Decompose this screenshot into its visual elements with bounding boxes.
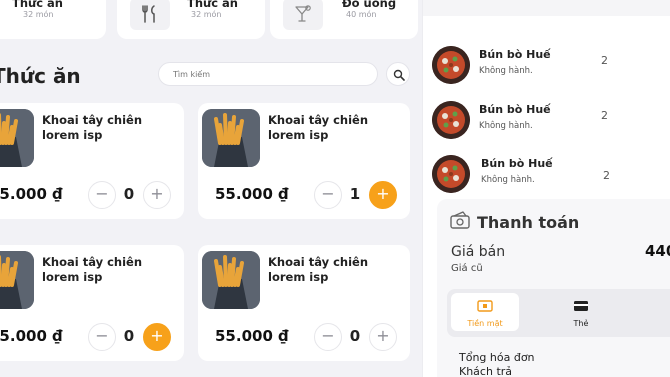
decrease-quantity-button[interactable]: − [314, 181, 342, 209]
category-count: 32 món [191, 10, 222, 19]
customer-pay-label: Khách trả [459, 365, 513, 377]
product-image [0, 251, 34, 309]
order-item-note: Không hành. [481, 175, 535, 185]
payment-method-cash[interactable]: Tiền mặt [451, 293, 519, 331]
order-panel: Bún bò Huế Không hành. 2 Bún bò Huế Khôn… [422, 0, 670, 377]
product-name: Khoai tây chiên lorem isp [268, 255, 369, 284]
product-price: 55.000 ₫ [215, 185, 289, 203]
increase-quantity-button[interactable]: + [369, 323, 397, 351]
product-card[interactable]: Khoai tây chiên lorem isp 55.000 ₫ − 0 + [0, 103, 184, 219]
order-item-name: Bún bò Huế [479, 48, 551, 61]
order-item[interactable]: Bún bò Huế Không hành. 2 [423, 101, 670, 141]
panel-top-strip [423, 0, 670, 16]
category-count: 32 món [23, 10, 54, 19]
payment-section: Thanh toán Giá bán 440 Giá cũ Tiền mặt T… [437, 199, 670, 377]
quantity-value: 0 [349, 327, 361, 345]
cocktail-icon [283, 0, 323, 30]
order-item-name: Bún bò Huế [481, 157, 553, 170]
quantity-value: 0 [123, 185, 135, 203]
order-item-name: Bún bò Huế [479, 103, 551, 116]
product-price: 55.000 ₫ [0, 185, 63, 203]
payment-method-label: Thẻ [573, 319, 589, 328]
search-icon [393, 69, 405, 81]
decrease-quantity-button[interactable]: − [88, 323, 116, 351]
order-item-quantity: 2 [601, 109, 608, 122]
payment-method-card[interactable]: Thẻ [553, 293, 609, 331]
decrease-quantity-button[interactable]: − [314, 323, 342, 351]
search-button[interactable] [386, 62, 410, 86]
payment-method-label: Tiền mặt [467, 319, 503, 328]
quantity-value: 1 [349, 185, 361, 203]
product-price: 55.000 ₫ [0, 327, 63, 345]
product-name: Khoai tây chiên lorem isp [268, 113, 369, 142]
product-price: 55.000 ₫ [215, 327, 289, 345]
total-bill-label: Tổng hóa đơn [459, 351, 535, 364]
category-name: Thức ăn [12, 0, 63, 10]
product-card[interactable]: Khoai tây chiên lorem isp 55.000 ₫ − 0 + [198, 245, 410, 361]
payment-title: Thanh toán [477, 213, 580, 232]
product-image [202, 251, 260, 309]
order-item-image [432, 155, 470, 193]
category-count: 40 món [346, 10, 377, 19]
payment-method-selector: Tiền mặt Thẻ C [447, 289, 670, 337]
product-card[interactable]: Khoai tây chiên lorem isp 55.000 ₫ − 0 + [0, 245, 184, 361]
cash-icon [477, 300, 493, 312]
category-card-food-2[interactable]: Thức ăn 32 món [117, 0, 265, 39]
category-card-drinks[interactable]: Đồ uống 40 món [270, 0, 418, 39]
order-item[interactable]: Bún bò Huế Không hành. 2 [423, 46, 670, 86]
search-input[interactable] [158, 62, 378, 86]
product-card[interactable]: Khoai tây chiên lorem isp 55.000 ₫ − 1 + [198, 103, 410, 219]
old-price-label: Giá cũ [451, 263, 483, 274]
decrease-quantity-button[interactable]: − [88, 181, 116, 209]
product-image [0, 109, 34, 167]
product-image [202, 109, 260, 167]
order-item-image [432, 46, 470, 84]
cutlery-icon [130, 0, 170, 30]
cash-register-icon [450, 211, 470, 229]
price-label: Giá bán [451, 244, 506, 260]
increase-quantity-button[interactable]: + [143, 323, 171, 351]
order-item-note: Không hành. [479, 121, 533, 131]
order-item-image [432, 101, 470, 139]
card-icon [574, 301, 588, 311]
increase-quantity-button[interactable]: + [369, 181, 397, 209]
section-title: Thức ăn [0, 64, 81, 88]
order-item-quantity: 2 [601, 54, 608, 67]
order-item-quantity: 2 [603, 169, 610, 182]
product-name: Khoai tây chiên lorem isp [42, 255, 143, 284]
product-name: Khoai tây chiên lorem isp [42, 113, 143, 142]
category-name: Thức ăn [187, 0, 238, 10]
increase-quantity-button[interactable]: + [143, 181, 171, 209]
price-value: 440 [645, 242, 670, 260]
quantity-value: 0 [123, 327, 135, 345]
order-item[interactable]: Bún bò Huế Không hành. 2 [423, 155, 670, 195]
category-card-food-1[interactable]: Thức ăn 32 món [0, 0, 106, 39]
category-name: Đồ uống [342, 0, 397, 10]
order-item-note: Không hành. [479, 66, 533, 76]
